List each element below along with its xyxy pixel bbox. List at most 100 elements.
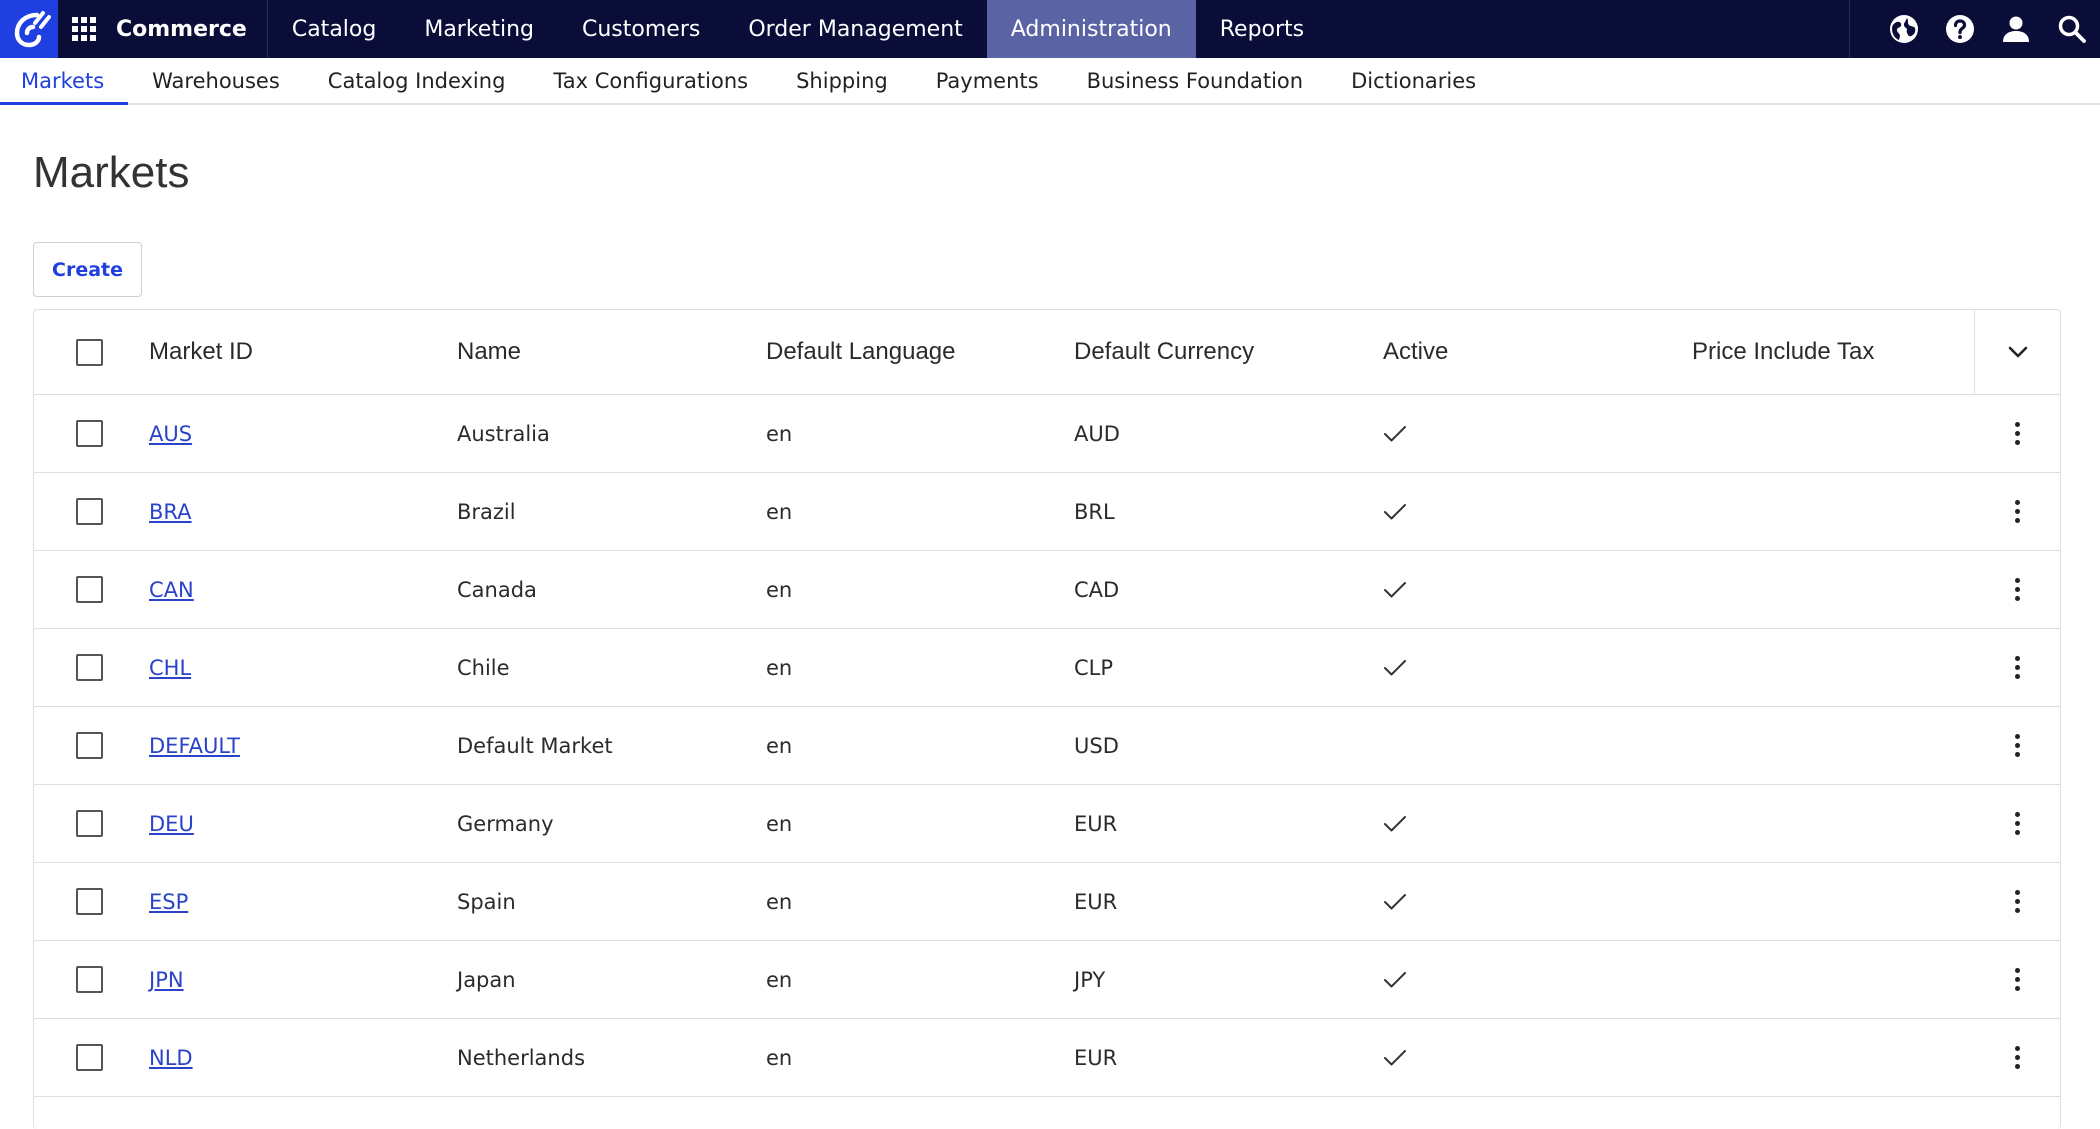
market-id-link[interactable]: BRA — [149, 500, 192, 524]
table-row: JPN Japan en JPY — [34, 941, 2060, 1019]
tab-tax-configurations[interactable]: Tax Configurations — [529, 60, 772, 105]
table-row: NLD Netherlands en EUR — [34, 1019, 2060, 1097]
active-cell — [1383, 1049, 1407, 1067]
market-id-cell: NLD — [149, 1046, 193, 1070]
row-actions — [1974, 572, 2060, 607]
nav-marketing[interactable]: Marketing — [400, 0, 558, 58]
table-row: CAN Canada en CAD — [34, 551, 2060, 629]
nav-catalog[interactable]: Catalog — [268, 0, 401, 58]
row-checkbox[interactable] — [75, 966, 103, 993]
market-id-link[interactable]: ESP — [149, 890, 188, 914]
grid-icon — [72, 17, 96, 41]
market-name: Netherlands — [457, 1045, 586, 1070]
default-language: en — [766, 967, 793, 992]
nav-order-management[interactable]: Order Management — [724, 0, 986, 58]
globe-button[interactable] — [1876, 0, 1932, 58]
market-name: Default Market — [457, 733, 613, 758]
create-button[interactable]: Create — [33, 242, 142, 297]
market-id-cell: AUS — [149, 422, 192, 446]
row-select-cell — [34, 576, 144, 603]
active-cell — [1383, 893, 1407, 911]
user-button[interactable] — [1988, 0, 2044, 58]
chevron-down-icon — [2008, 346, 2027, 358]
row-actions — [1974, 416, 2060, 451]
more-vertical-icon[interactable] — [2005, 650, 2030, 685]
check-icon — [1384, 971, 1406, 987]
market-id-link[interactable]: NLD — [149, 1046, 193, 1070]
market-id-link[interactable]: CHL — [149, 656, 191, 680]
market-id-link[interactable]: JPN — [149, 968, 184, 992]
nav-administration[interactable]: Administration — [986, 0, 1196, 58]
row-checkbox[interactable] — [75, 810, 103, 837]
market-id-cell: BRA — [149, 500, 192, 524]
tab-markets[interactable]: Markets — [0, 60, 129, 105]
sub-nav: Markets Warehouses Catalog Indexing Tax … — [0, 58, 2100, 105]
tab-warehouses[interactable]: Warehouses — [128, 60, 304, 105]
app-launcher[interactable] — [58, 0, 110, 58]
table-row: CHL Chile en CLP — [34, 629, 2060, 707]
product-name[interactable]: Commerce — [110, 0, 268, 58]
table-row: ESP Spain en EUR — [34, 863, 2060, 941]
more-vertical-icon[interactable] — [2005, 728, 2030, 763]
header-name[interactable]: Name — [457, 338, 521, 366]
more-vertical-icon[interactable] — [2005, 962, 2030, 997]
help-icon — [1946, 15, 1974, 43]
more-vertical-icon[interactable] — [2005, 806, 2030, 841]
row-actions — [1974, 494, 2060, 529]
tab-business-foundation[interactable]: Business Foundation — [1063, 60, 1328, 105]
tab-payments[interactable]: Payments — [912, 60, 1063, 105]
default-currency: EUR — [1074, 811, 1118, 836]
header-default-language[interactable]: Default Language — [766, 338, 956, 366]
select-all-checkbox[interactable] — [75, 338, 103, 366]
more-vertical-icon[interactable] — [2005, 572, 2030, 607]
row-actions — [1974, 1040, 2060, 1075]
market-id-link[interactable]: AUS — [149, 422, 192, 446]
top-icons — [1849, 0, 2100, 58]
market-id-cell: CHL — [149, 656, 191, 680]
market-id-link[interactable]: DEU — [149, 812, 194, 836]
header-price-include-tax[interactable]: Price Include Tax — [1692, 338, 1874, 366]
help-button[interactable] — [1932, 0, 1988, 58]
row-checkbox[interactable] — [75, 498, 103, 525]
column-chooser-button[interactable] — [1974, 309, 2060, 395]
more-vertical-icon[interactable] — [2005, 884, 2030, 919]
more-vertical-icon[interactable] — [2005, 1040, 2030, 1075]
row-checkbox[interactable] — [75, 654, 103, 681]
more-vertical-icon[interactable] — [2005, 416, 2030, 451]
user-icon — [2003, 16, 2029, 42]
row-checkbox[interactable] — [75, 732, 103, 759]
logo[interactable] — [0, 0, 58, 58]
default-currency: EUR — [1074, 1045, 1118, 1070]
header-default-currency[interactable]: Default Currency — [1074, 338, 1254, 366]
default-currency: CLP — [1074, 655, 1114, 680]
market-id-link[interactable]: CAN — [149, 578, 194, 602]
row-checkbox[interactable] — [75, 888, 103, 915]
check-icon — [1384, 503, 1406, 519]
row-checkbox[interactable] — [75, 420, 103, 447]
market-name: Germany — [457, 811, 554, 836]
search-button[interactable] — [2044, 0, 2100, 58]
market-id-link[interactable]: DEFAULT — [149, 734, 240, 758]
market-name: Spain — [457, 889, 516, 914]
more-vertical-icon[interactable] — [2005, 494, 2030, 529]
nav-reports[interactable]: Reports — [1196, 0, 1328, 58]
select-all-cell — [34, 338, 144, 366]
tab-shipping[interactable]: Shipping — [772, 60, 912, 105]
row-select-cell — [34, 810, 144, 837]
search-icon — [2058, 15, 2086, 43]
active-cell — [1383, 503, 1407, 521]
table-row: AUS Australia en AUD — [34, 395, 2060, 473]
table-row: BRA Brazil en BRL — [34, 473, 2060, 551]
market-id-cell: DEU — [149, 812, 194, 836]
table-body: AUS Australia en AUD BRA Brazil en BRL CAN Canada… — [34, 395, 2060, 1097]
row-checkbox[interactable] — [75, 1044, 103, 1071]
tab-catalog-indexing[interactable]: Catalog Indexing — [304, 60, 530, 105]
tab-dictionaries[interactable]: Dictionaries — [1327, 60, 1500, 105]
header-market-id[interactable]: Market ID — [149, 338, 253, 366]
active-cell — [1383, 425, 1407, 443]
row-checkbox[interactable] — [75, 576, 103, 603]
nav-customers[interactable]: Customers — [558, 0, 724, 58]
check-icon — [1384, 659, 1406, 675]
header-active[interactable]: Active — [1383, 338, 1448, 366]
market-name: Chile — [457, 655, 510, 680]
